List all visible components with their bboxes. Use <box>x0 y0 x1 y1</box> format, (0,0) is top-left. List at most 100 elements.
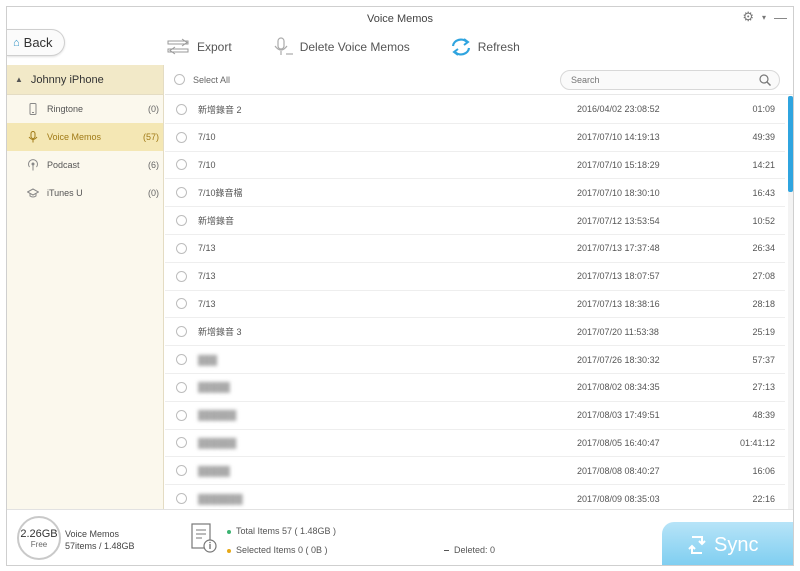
sidebar-item-label: Podcast <box>47 160 80 170</box>
table-row[interactable]: ██████ 2017/08/03 17:49:51 48:39 <box>165 402 785 430</box>
memo-name: 7/13 <box>198 298 216 309</box>
memo-duration: 28:18 <box>752 298 775 309</box>
window-title: Voice Memos <box>366 13 434 25</box>
row-checkbox[interactable] <box>176 493 187 505</box>
row-checkbox[interactable] <box>176 131 187 143</box>
refresh-button[interactable]: Refresh <box>450 37 520 57</box>
minimize-icon[interactable]: — <box>774 10 787 25</box>
row-checkbox[interactable] <box>176 409 187 421</box>
row-checkbox[interactable] <box>176 298 187 310</box>
sync-icon <box>688 536 706 554</box>
memo-date: 2017/07/10 15:18:29 <box>577 159 660 170</box>
memo-date: 2017/07/13 17:37:48 <box>577 243 660 254</box>
deleted-dash <box>444 550 449 552</box>
export-label: Export <box>197 40 232 54</box>
memo-name: 新增錄音 2 <box>198 104 242 115</box>
select-all-checkbox[interactable] <box>174 74 185 85</box>
podcast-icon <box>28 159 38 171</box>
row-checkbox[interactable] <box>176 381 187 393</box>
table-row[interactable]: 7/10錄音檔 2017/07/10 18:30:10 16:43 <box>165 179 785 208</box>
table-row[interactable]: █████ 2017/08/08 08:40:27 16:06 <box>165 457 785 486</box>
row-checkbox[interactable] <box>176 354 187 366</box>
sidebar-item-voice-memos[interactable]: Voice Memos (57) <box>7 123 163 151</box>
table-row[interactable]: 新增錄音 2 2016/04/02 23:08:52 01:09 <box>165 96 785 124</box>
table-row[interactable]: 7/13 2017/07/13 17:37:48 26:34 <box>165 235 785 263</box>
memo-date: 2017/08/08 08:40:27 <box>577 465 660 476</box>
table-row[interactable]: ███ 2017/07/26 18:30:32 57:37 <box>165 346 785 374</box>
table-row[interactable]: 7/13 2017/07/13 18:38:16 28:18 <box>165 291 785 319</box>
dropdown-icon[interactable]: ▾ <box>762 13 766 22</box>
refresh-icon <box>451 38 470 56</box>
table-row[interactable]: 新增錄音 3 2017/07/20 11:53:38 25:19 <box>165 318 785 347</box>
scrollbar[interactable] <box>788 96 793 509</box>
storage-free-value: 2.26GB <box>20 528 58 540</box>
sync-button[interactable]: Sync <box>662 522 793 565</box>
row-checkbox[interactable] <box>176 159 187 171</box>
sidebar-item-podcast[interactable]: Podcast (6) <box>7 151 163 179</box>
memo-duration: 26:34 <box>752 243 775 254</box>
memo-name: 7/13 <box>198 243 216 254</box>
sidebar: ▲ Johnny iPhone Ringtone (0) Voice Memos… <box>7 65 164 509</box>
memo-name: █████ <box>198 382 230 393</box>
refresh-label: Refresh <box>477 40 520 54</box>
table-row[interactable]: 7/13 2017/07/13 18:07:57 27:08 <box>165 263 785 291</box>
storage-gauge: 2.26GB Free <box>17 516 61 560</box>
search-icon[interactable] <box>759 74 771 86</box>
sidebar-item-count: (57) <box>142 132 159 142</box>
memo-date: 2017/07/26 18:30:32 <box>577 354 660 365</box>
memo-duration: 01:41:12 <box>739 437 775 448</box>
memo-duration: 16:43 <box>752 187 775 198</box>
table-row[interactable]: 7/10 2017/07/10 15:18:29 14:21 <box>165 152 785 180</box>
row-checkbox[interactable] <box>176 103 187 115</box>
row-checkbox[interactable] <box>176 465 187 477</box>
category-size: 57items / 1.48GB <box>65 541 135 551</box>
back-button[interactable]: ⌂ Back <box>7 29 65 56</box>
table-row[interactable]: ███████ 2017/08/09 08:35:03 22:16 <box>165 485 785 509</box>
memo-date: 2017/08/05 16:40:47 <box>577 437 660 448</box>
memo-duration: 16:06 <box>752 465 775 476</box>
document-info-icon <box>191 523 217 553</box>
selected-items-stat: Selected Items 0 ( 0B ) <box>227 545 328 555</box>
microphone-icon <box>28 131 38 143</box>
table-row[interactable]: 7/10 2017/07/10 14:19:13 49:39 <box>165 124 785 152</box>
row-checkbox[interactable] <box>176 215 187 227</box>
search-input[interactable] <box>571 75 741 85</box>
scrollbar-thumb[interactable] <box>788 96 793 192</box>
table-row[interactable]: █████ 2017/08/02 08:34:35 27:13 <box>165 374 785 402</box>
phone-icon <box>29 103 37 115</box>
memo-duration: 49:39 <box>752 132 775 143</box>
table-row[interactable]: ██████ 2017/08/05 16:40:47 01:41:12 <box>165 430 785 458</box>
memo-date: 2017/07/10 18:30:10 <box>577 187 660 198</box>
memo-date: 2017/07/10 14:19:13 <box>577 132 660 143</box>
delete-voice-memos-button[interactable]: Delete Voice Memos <box>272 37 410 57</box>
row-checkbox[interactable] <box>176 437 187 449</box>
app-window: Voice Memos ⚙ ▾ — ⌂ Back Export Delete V… <box>6 6 794 566</box>
memo-duration: 27:08 <box>752 271 775 282</box>
memo-date: 2017/07/13 18:07:57 <box>577 271 660 282</box>
sidebar-item-label: Ringtone <box>47 104 84 114</box>
sidebar-item-ringtone[interactable]: Ringtone (0) <box>7 95 163 123</box>
settings-icon[interactable]: ⚙ <box>742 9 754 25</box>
row-checkbox[interactable] <box>176 326 187 338</box>
memo-name: 7/13 <box>198 271 216 282</box>
memo-duration: 22:16 <box>752 493 775 504</box>
row-checkbox[interactable] <box>176 242 187 254</box>
memo-date: 2017/07/12 13:53:54 <box>577 215 660 226</box>
selected-dot <box>227 548 231 553</box>
export-button[interactable]: Export <box>167 38 232 56</box>
storage-free-label: Free <box>30 540 48 549</box>
footer: 2.26GB Free Voice Memos 57items / 1.48GB… <box>7 509 793 565</box>
sidebar-item-label: Voice Memos <box>47 132 102 142</box>
memo-duration: 01:09 <box>752 104 775 115</box>
search-box[interactable] <box>560 70 780 90</box>
row-checkbox[interactable] <box>176 270 187 282</box>
device-header[interactable]: ▲ Johnny iPhone <box>7 65 163 95</box>
category-info: Voice Memos 57items / 1.48GB <box>65 528 135 552</box>
memo-date: 2017/07/20 11:53:38 <box>577 326 659 337</box>
memo-list: 新增錄音 2 2016/04/02 23:08:52 01:09 7/10 2017/0… <box>165 96 785 509</box>
row-checkbox[interactable] <box>176 187 187 199</box>
sidebar-item-itunes-u[interactable]: iTunes U (0) <box>7 179 163 207</box>
home-icon: ⌂ <box>13 36 20 49</box>
table-row[interactable]: 新增錄音 2017/07/12 13:53:54 10:52 <box>165 207 785 235</box>
memo-name: 7/10 <box>198 159 216 170</box>
